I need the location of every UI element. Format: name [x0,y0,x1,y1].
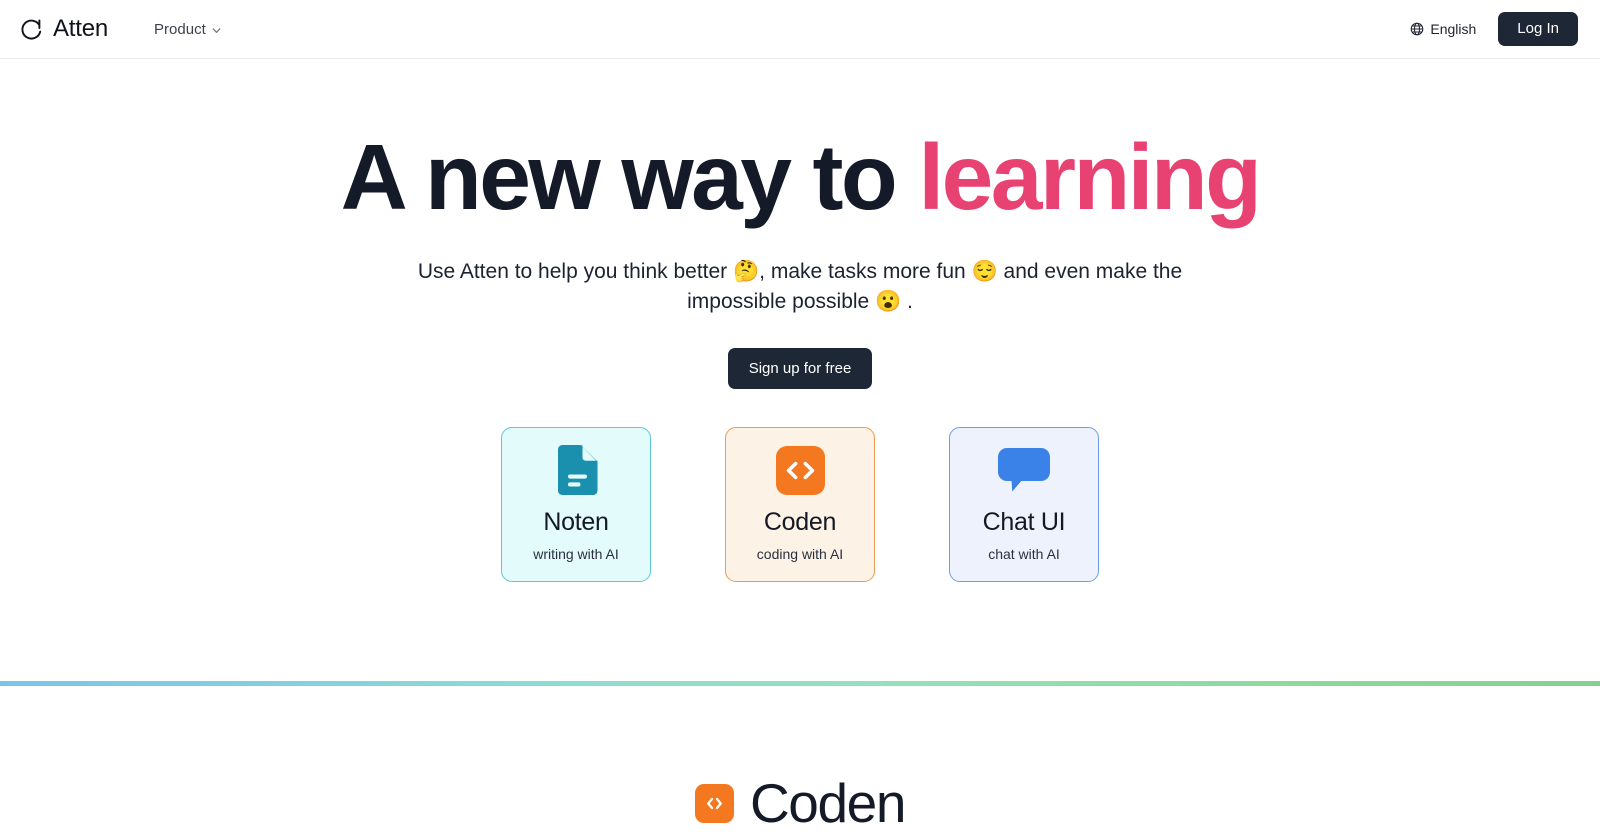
headline-accent-text: learning [918,125,1262,229]
document-icon [554,444,599,501]
product-card-chat-ui[interactable]: Chat UI chat with AI [949,426,1099,582]
hero-section: A new way to learning Use Atten to help … [0,59,1600,582]
card-subtitle: coding with AI [756,545,844,562]
sign-up-for-free-button[interactable]: Sign up for free [727,347,873,389]
card-icon-wrap [996,446,1052,500]
code-brackets-icon [775,445,825,500]
brand-logo-link[interactable]: Atten [20,17,108,41]
card-title: Coden [763,507,837,536]
product-card-coden[interactable]: Coden coding with AI [725,426,875,582]
brand-name: Atten [53,15,109,42]
globe-icon [1410,22,1424,36]
card-title: Chat UI [982,507,1066,536]
product-card-noten[interactable]: Noten writing with AI [501,426,651,582]
card-icon-wrap [554,444,599,501]
card-title: Noten [543,507,609,536]
gradient-bar [0,681,1600,686]
site-header: Atten Product English Log In [0,0,1600,59]
nav-item-product[interactable]: Product [152,15,224,44]
headline-plain-text: A new way to [340,125,919,229]
card-icon-wrap [775,445,825,500]
language-selector[interactable]: English [1410,21,1476,37]
hero-cta-wrap: Sign up for free [0,347,1600,389]
language-label: English [1430,21,1477,37]
page-title: A new way to learning [0,131,1600,224]
header-actions: English Log In [1410,12,1578,46]
code-brackets-icon [694,784,734,823]
chat-bubble-icon [996,446,1052,499]
card-subtitle: chat with AI [988,545,1060,562]
chevron-down-icon [211,23,222,36]
coden-section-heading: Coden [694,772,906,834]
primary-nav: Product [152,15,224,44]
log-in-button[interactable]: Log In [1498,12,1578,46]
nav-item-label: Product [154,20,206,38]
atten-mark-icon [20,17,44,41]
coden-section: Coden [0,687,1600,834]
coden-section-title: Coden [749,772,906,834]
hero-subtitle: Use Atten to help you think better 🤔, ma… [417,260,1183,313]
card-subtitle: writing with AI [533,545,619,562]
product-card-list: Noten writing with AI Coden coding with … [0,426,1600,582]
